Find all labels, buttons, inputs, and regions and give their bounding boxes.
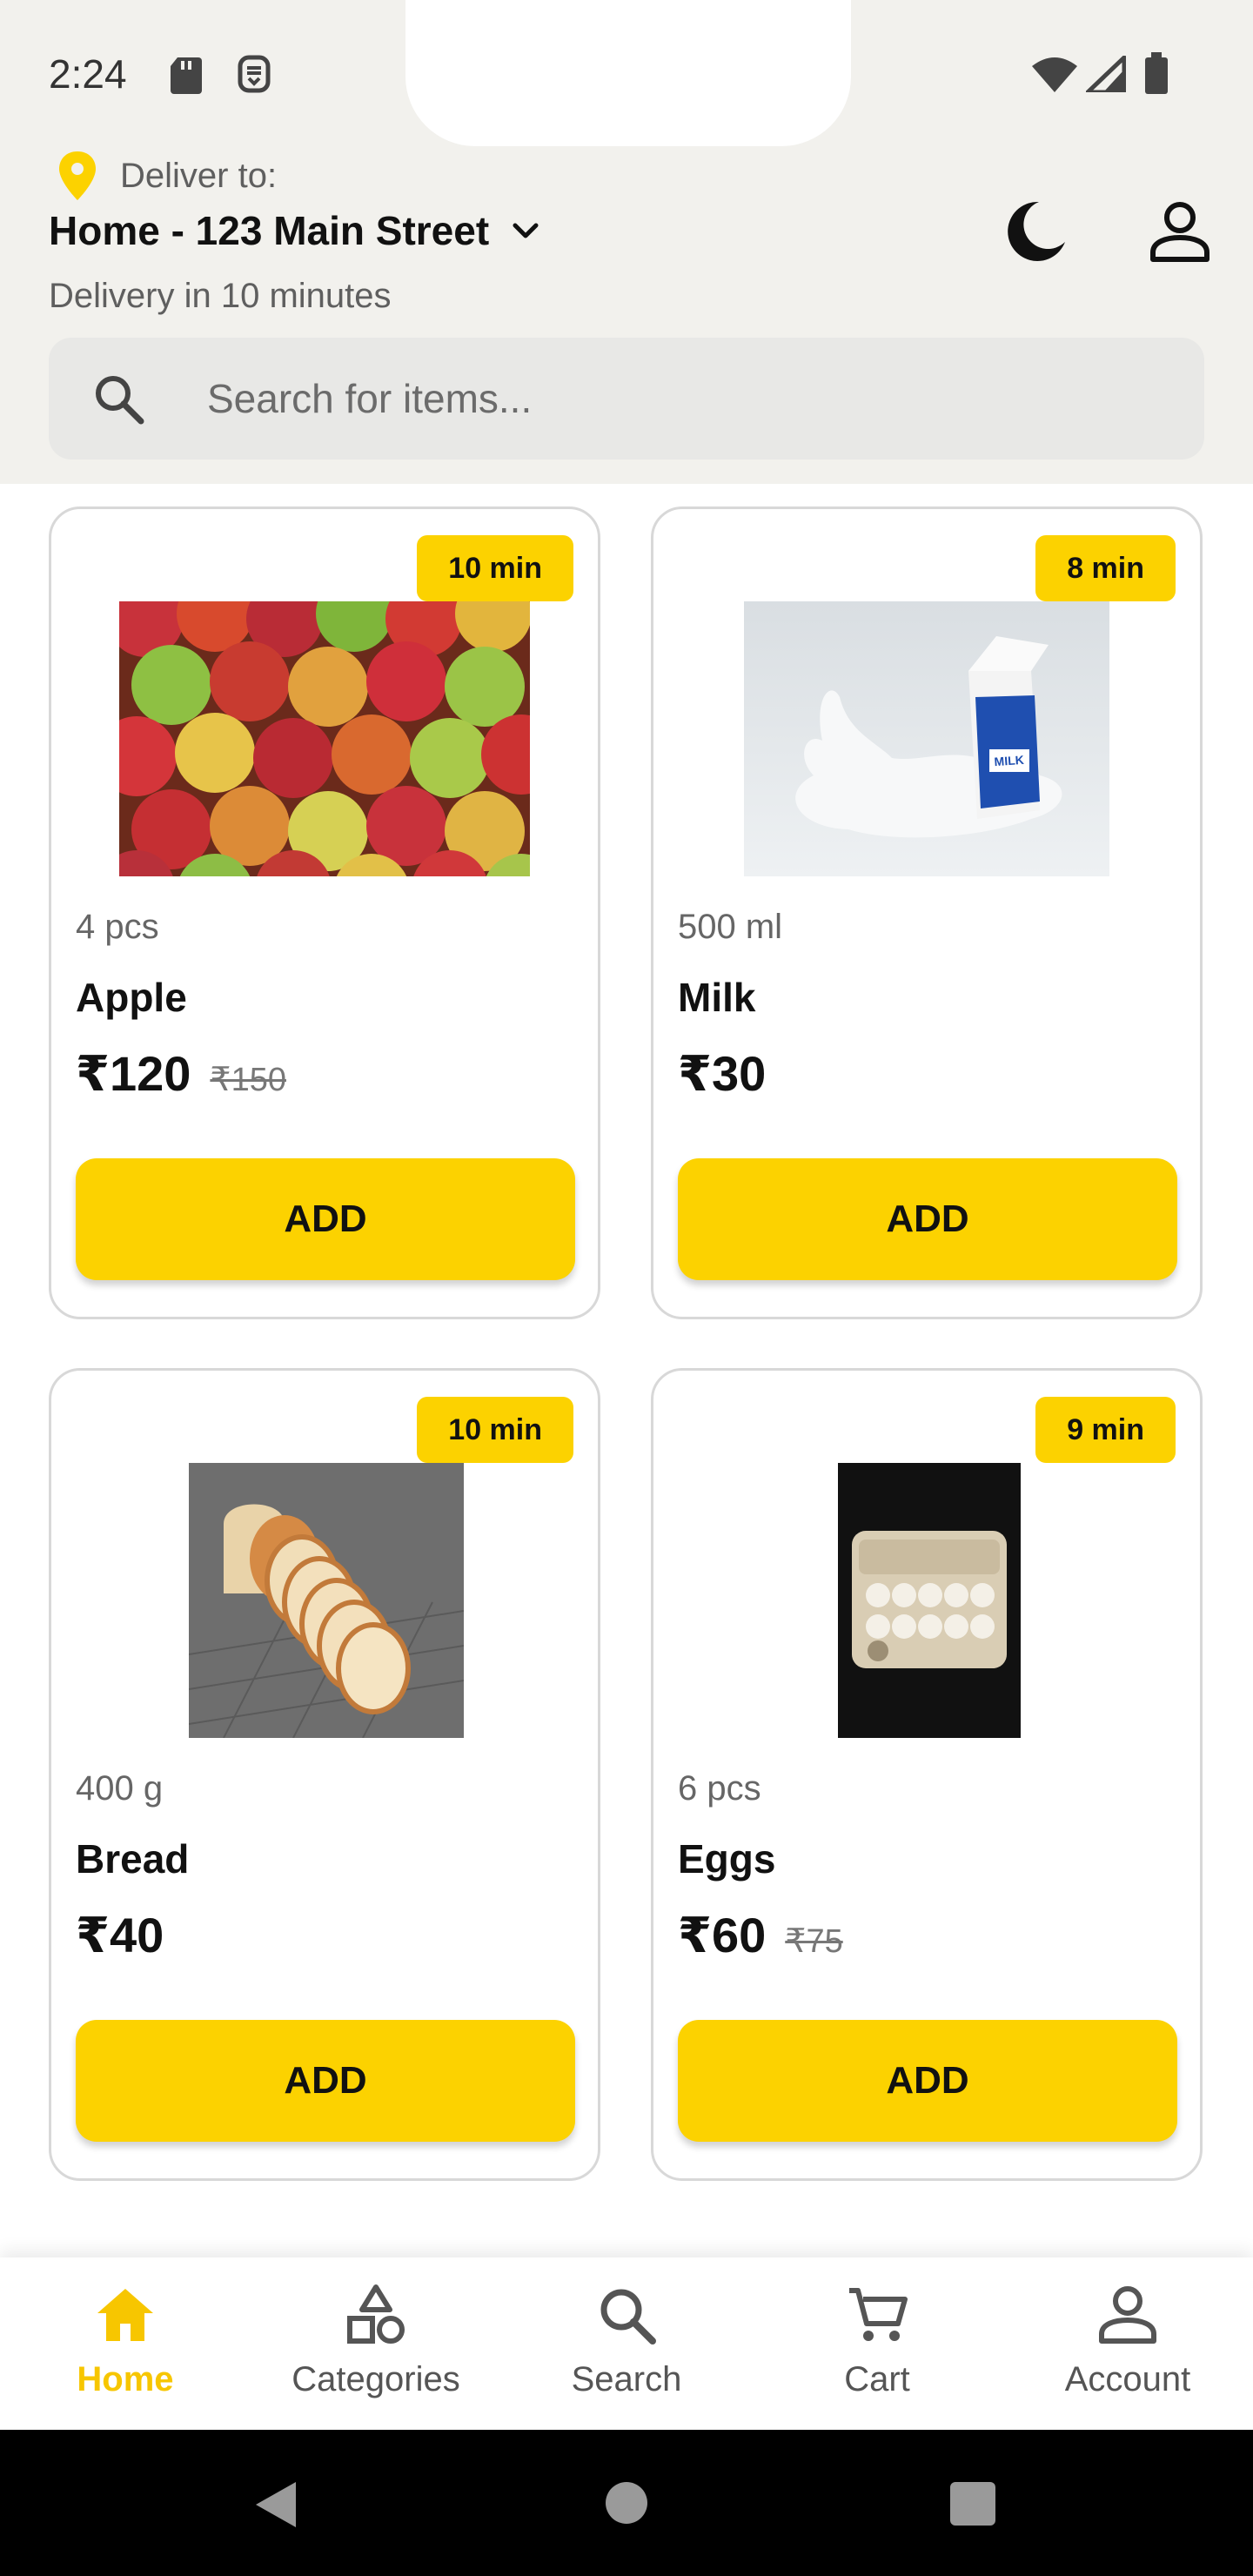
home-button-icon[interactable] <box>606 2482 647 2524</box>
search-bar[interactable] <box>49 338 1204 460</box>
product-image-bread <box>189 1463 464 1738</box>
product-image-eggs <box>838 1463 1021 1738</box>
nav-item-cart[interactable]: Cart <box>752 2257 1002 2430</box>
add-to-cart-button[interactable]: ADD <box>76 2020 575 2142</box>
price-row: ₹60 ₹75 <box>678 1907 843 1964</box>
cart-icon <box>849 2288 908 2341</box>
profile-icon[interactable] <box>1149 198 1211 265</box>
battery-icon <box>1145 52 1168 94</box>
product-price: ₹30 <box>678 1046 767 1101</box>
location-pin-icon <box>59 151 96 200</box>
delivery-time-badge: 9 min <box>1035 1397 1176 1463</box>
chevron-down-icon <box>513 223 539 238</box>
product-card-apple[interactable]: 10 min 4 pcs Apple ₹120 ₹150 ADD <box>49 506 600 1319</box>
nav-item-categories[interactable]: Categories <box>251 2257 501 2430</box>
categories-icon <box>347 2284 405 2344</box>
price-row: ₹30 <box>678 1045 766 1103</box>
nav-label: Cart <box>844 2360 910 2398</box>
nav-label: Account <box>1064 2360 1191 2398</box>
product-name: Bread <box>76 1836 190 1882</box>
original-price: ₹150 <box>210 1062 286 1098</box>
nav-label: Search <box>571 2360 682 2398</box>
status-bar: 2:24 <box>0 0 1253 148</box>
product-quantity: 6 pcs <box>678 1769 761 1808</box>
add-to-cart-button[interactable]: ADD <box>678 1158 1177 1280</box>
add-to-cart-button[interactable]: ADD <box>678 2020 1177 2142</box>
deliver-to-row[interactable]: Deliver to: <box>56 150 277 202</box>
address-selector[interactable]: Home - 123 Main Street <box>49 207 543 254</box>
search-icon <box>96 376 144 425</box>
sd-card-icon <box>171 57 202 94</box>
system-navigation-bar <box>0 2430 1253 2576</box>
dark-mode-moon-icon[interactable] <box>1001 197 1070 266</box>
product-image-apple <box>119 601 530 876</box>
deliver-to-label: Deliver to: <box>120 156 278 195</box>
nav-label: Home <box>77 2360 174 2398</box>
cell-signal-icon <box>1086 56 1126 92</box>
home-icon <box>97 2289 153 2341</box>
product-quantity: 4 pcs <box>76 908 159 946</box>
bottom-navigation: Home Categories Search Cart Account <box>0 2257 1253 2430</box>
product-name: Eggs <box>678 1836 776 1882</box>
price-row: ₹120 ₹150 <box>76 1045 286 1103</box>
product-price: ₹120 <box>76 1046 191 1101</box>
delivery-time-badge: 10 min <box>417 1397 573 1463</box>
delivery-address: Home - 123 Main Street <box>49 208 490 253</box>
search-icon <box>600 2289 656 2345</box>
price-row: ₹40 <box>76 1907 164 1964</box>
delivery-time-badge: 10 min <box>417 535 573 601</box>
recents-icon[interactable] <box>950 2482 995 2526</box>
product-quantity: 500 ml <box>678 908 783 946</box>
search-input[interactable] <box>207 364 1164 433</box>
back-icon[interactable] <box>252 2480 298 2529</box>
original-price: ₹75 <box>785 1923 843 1960</box>
nav-item-account[interactable]: Account <box>1002 2257 1253 2430</box>
product-price: ₹40 <box>76 1908 164 1962</box>
product-image-milk: MILK <box>744 601 1109 876</box>
product-name: Apple <box>76 975 187 1020</box>
product-card-milk[interactable]: 8 min MILK 500 ml Milk ₹30 ADD <box>651 506 1203 1319</box>
delivery-eta-text: Delivery in 10 minutes <box>49 277 392 315</box>
header-area: 2:24 Deliver to: Home - 123 Main Street … <box>0 0 1253 484</box>
nav-item-search[interactable]: Search <box>501 2257 752 2430</box>
product-name: Milk <box>678 975 756 1020</box>
product-card-bread[interactable]: 10 min 400 g Bread ₹40 ADD <box>49 1368 600 2181</box>
nav-label: Categories <box>291 2360 460 2398</box>
delivery-time-badge: 8 min <box>1035 535 1176 601</box>
product-price: ₹60 <box>678 1908 767 1962</box>
nav-item-home[interactable]: Home <box>0 2257 251 2430</box>
wifi-icon <box>1032 57 1077 92</box>
product-card-eggs[interactable]: 9 min 6 pcs Eggs ₹60 ₹75 ADD <box>651 1368 1203 2181</box>
svg-text:MILK: MILK <box>994 753 1024 768</box>
product-quantity: 400 g <box>76 1769 164 1808</box>
account-icon <box>1099 2286 1156 2344</box>
add-to-cart-button[interactable]: ADD <box>76 1158 575 1280</box>
status-time: 2:24 <box>49 51 127 97</box>
notification-icon <box>238 55 271 93</box>
